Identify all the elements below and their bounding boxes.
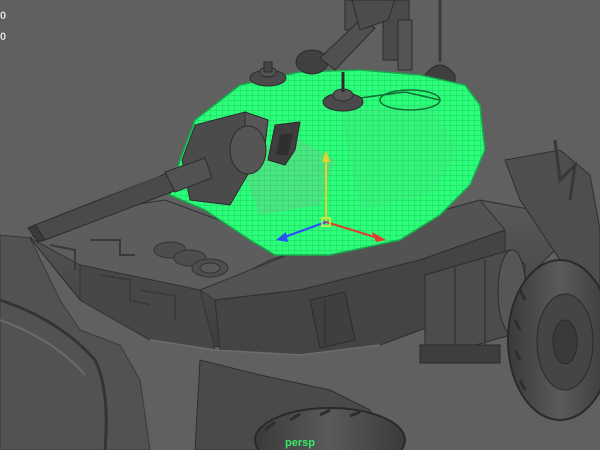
hud-readout-bottom: 0 xyxy=(0,31,7,43)
camera-name-label: persp xyxy=(285,437,315,449)
maya-perspective-viewport[interactable]: 0 0 persp xyxy=(0,0,600,450)
scene-canvas[interactable] xyxy=(0,0,600,450)
hud-readout-top: 0 xyxy=(0,10,7,22)
